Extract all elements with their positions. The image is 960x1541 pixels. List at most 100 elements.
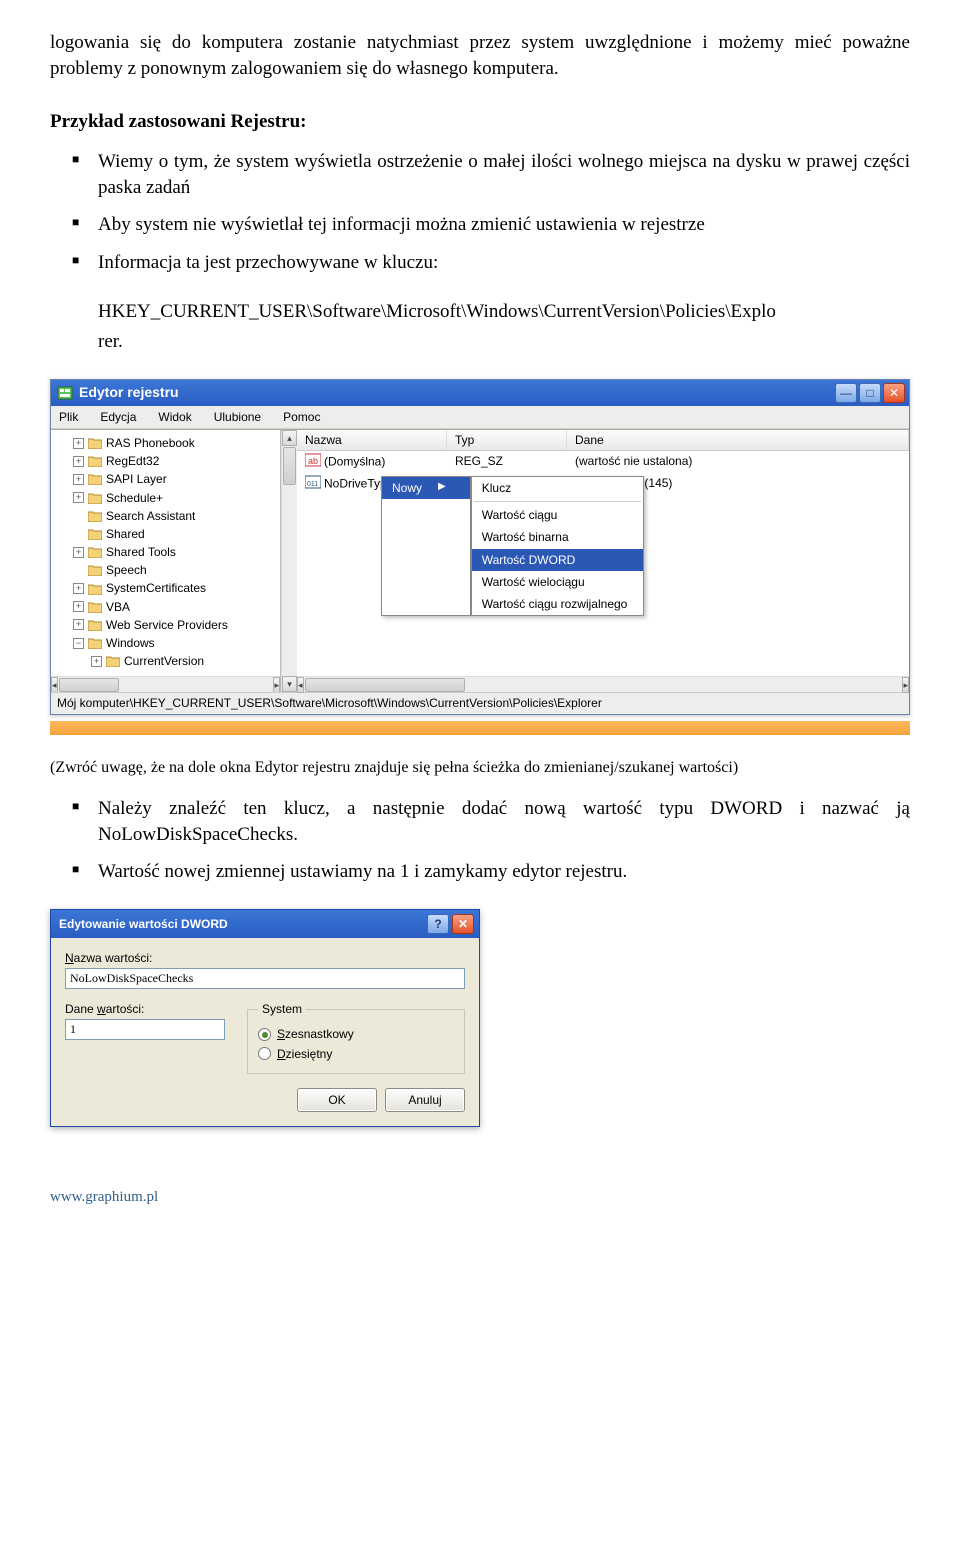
scroll-right-button[interactable]: ▸	[902, 677, 909, 693]
intro-paragraph: logowania się do komputera zostanie naty…	[50, 30, 910, 81]
folder-icon	[88, 619, 102, 631]
radio-hex[interactable]	[258, 1028, 271, 1041]
submenu-arrow-icon: ▶	[438, 480, 446, 496]
expand-toggle[interactable]	[73, 528, 84, 539]
ok-button[interactable]: OK	[297, 1088, 377, 1112]
data-input[interactable]	[65, 1019, 225, 1040]
example-heading: Przykład zastosowani Rejestru:	[50, 109, 910, 135]
tree-item[interactable]: +VBA	[55, 598, 265, 616]
scroll-right-button[interactable]: ▸	[273, 677, 280, 692]
dialog-title: Edytowanie wartości DWORD	[59, 916, 427, 932]
folder-icon	[88, 455, 102, 467]
menu-file[interactable]: Plik	[55, 408, 82, 426]
tree-item[interactable]: +Shared Tools	[55, 543, 265, 561]
folder-icon	[88, 437, 102, 449]
expand-toggle[interactable]: +	[73, 474, 84, 485]
registry-path-block: HKEY_CURRENT_USER\Software\Microsoft\Win…	[50, 299, 910, 354]
tree-item[interactable]: + CurrentVersion	[55, 652, 265, 670]
tree-item[interactable]: + RegEdt32	[55, 452, 265, 470]
system-legend: System	[258, 1001, 306, 1017]
folder-icon	[88, 637, 102, 649]
value-type: REG_SZ	[447, 452, 567, 472]
expand-toggle[interactable]: +	[73, 438, 84, 449]
bullet-item: Aby system nie wyświetlał tej informacji…	[50, 212, 910, 238]
tree-item[interactable]: +Schedule+	[55, 489, 265, 507]
horizontal-scrollbar[interactable]	[304, 677, 903, 692]
expand-toggle[interactable]: +	[73, 601, 84, 612]
context-item-string[interactable]: Wartość ciągu	[472, 504, 644, 526]
tree-item[interactable]: Search Assistant	[55, 507, 265, 525]
expand-toggle[interactable]: +	[73, 456, 84, 467]
dialog-title-bar[interactable]: Edytowanie wartości DWORD ? ✕	[51, 910, 479, 938]
scroll-down-button[interactable]: ▾	[282, 676, 297, 692]
radio-dec[interactable]	[258, 1047, 271, 1060]
col-name[interactable]: Nazwa	[297, 430, 447, 450]
tree-item[interactable]: Shared	[55, 525, 265, 543]
note-paragraph: (Zwróć uwagę, że na dole okna Edytor rej…	[50, 757, 910, 779]
list-row[interactable]: ab (Domyślna) REG_SZ(wartość nie ustalona)	[297, 451, 909, 473]
help-button[interactable]: ?	[427, 914, 449, 934]
bullet-item: Wiemy o tym, że system wyświetla ostrzeż…	[50, 149, 910, 200]
status-bar: Mój komputer\HKEY_CURRENT_USER\Software\…	[51, 692, 909, 713]
tree-label: Windows	[106, 635, 155, 651]
scroll-up-button[interactable]: ▴	[282, 430, 297, 446]
context-menu-level2: Klucz Wartość ciągu Wartość binarna Wart…	[471, 476, 645, 616]
tree-item[interactable]: Speech	[55, 561, 265, 579]
folder-icon	[88, 492, 102, 504]
footer-link[interactable]: www.graphium.pl	[50, 1187, 910, 1207]
context-item-binary[interactable]: Wartość binarna	[472, 526, 644, 548]
menu-edit[interactable]: Edycja	[96, 408, 140, 426]
tree-label: CurrentVersion	[124, 653, 204, 669]
bullet-list-1: Wiemy o tym, że system wyświetla ostrzeż…	[50, 149, 910, 276]
folder-icon	[88, 473, 102, 485]
tree-item[interactable]: + SAPI Layer	[55, 470, 265, 488]
expand-toggle[interactable]: +	[73, 583, 84, 594]
context-item-expandstring[interactable]: Wartość ciągu rozwijalnego	[472, 593, 644, 615]
tree-item[interactable]: − Windows	[55, 634, 265, 652]
tree-vertical-scrollbar[interactable]: ▴ ▾	[281, 430, 297, 692]
folder-icon	[88, 528, 102, 540]
folder-icon	[88, 510, 102, 522]
context-item-key[interactable]: Klucz	[472, 477, 644, 499]
value-list[interactable]: Nazwa Typ Dane ab (Domyślna) REG_SZ(wartoś…	[297, 430, 909, 692]
expand-toggle[interactable]: +	[91, 656, 102, 667]
horizontal-scrollbar[interactable]	[58, 677, 274, 692]
svg-text:ab: ab	[308, 456, 318, 466]
radio-hex-label: Szesnastkowy	[277, 1026, 354, 1042]
cancel-button[interactable]: Anuluj	[385, 1088, 465, 1112]
menu-help[interactable]: Pomoc	[279, 408, 324, 426]
context-item-new[interactable]: Nowy ▶	[382, 477, 470, 499]
name-input[interactable]	[65, 968, 465, 989]
context-item-label: Nowy	[392, 480, 422, 496]
expand-toggle[interactable]: +	[73, 619, 84, 630]
minimize-button[interactable]: —	[835, 383, 857, 403]
name-label: NNazwa wartości:azwa wartości:	[65, 950, 465, 966]
expand-toggle[interactable]	[73, 510, 84, 521]
registry-tree[interactable]: +RAS Phonebook+RegEdt32+SAPI Layer+Sched…	[51, 430, 281, 692]
expand-toggle[interactable]: +	[73, 547, 84, 558]
expand-toggle[interactable]: −	[73, 638, 84, 649]
close-button[interactable]: ✕	[883, 383, 905, 403]
window-title-bar[interactable]: Edytor rejestru — □ ✕	[51, 380, 909, 406]
col-type[interactable]: Typ	[447, 430, 567, 450]
context-item-multistring[interactable]: Wartość wielociągu	[472, 571, 644, 593]
context-item-dword[interactable]: Wartość DWORD	[472, 549, 644, 571]
menu-favorites[interactable]: Ulubione	[210, 408, 265, 426]
menu-bar: Plik Edycja Widok Ulubione Pomoc	[51, 406, 909, 429]
col-data[interactable]: Dane	[567, 430, 909, 450]
regedit-icon	[57, 385, 73, 401]
value-name: (Domyślna)	[324, 454, 385, 468]
tree-item[interactable]: +SystemCertificates	[55, 579, 265, 597]
expand-toggle[interactable]: +	[73, 492, 84, 503]
dialog-close-button[interactable]: ✕	[452, 914, 474, 934]
tree-item[interactable]: +Web Service Providers	[55, 616, 265, 634]
expand-toggle[interactable]	[73, 565, 84, 576]
menu-view[interactable]: Widok	[154, 408, 195, 426]
tree-label: RegEdt32	[106, 453, 159, 469]
value-data: (wartość nie ustalona)	[567, 452, 909, 472]
tree-item[interactable]: +RAS Phonebook	[55, 434, 265, 452]
bullet-item: Należy znaleźć ten klucz, a następnie do…	[50, 796, 910, 847]
value-icon: ab	[305, 453, 321, 471]
tree-label: SAPI Layer	[106, 471, 167, 487]
maximize-button[interactable]: □	[859, 383, 881, 403]
